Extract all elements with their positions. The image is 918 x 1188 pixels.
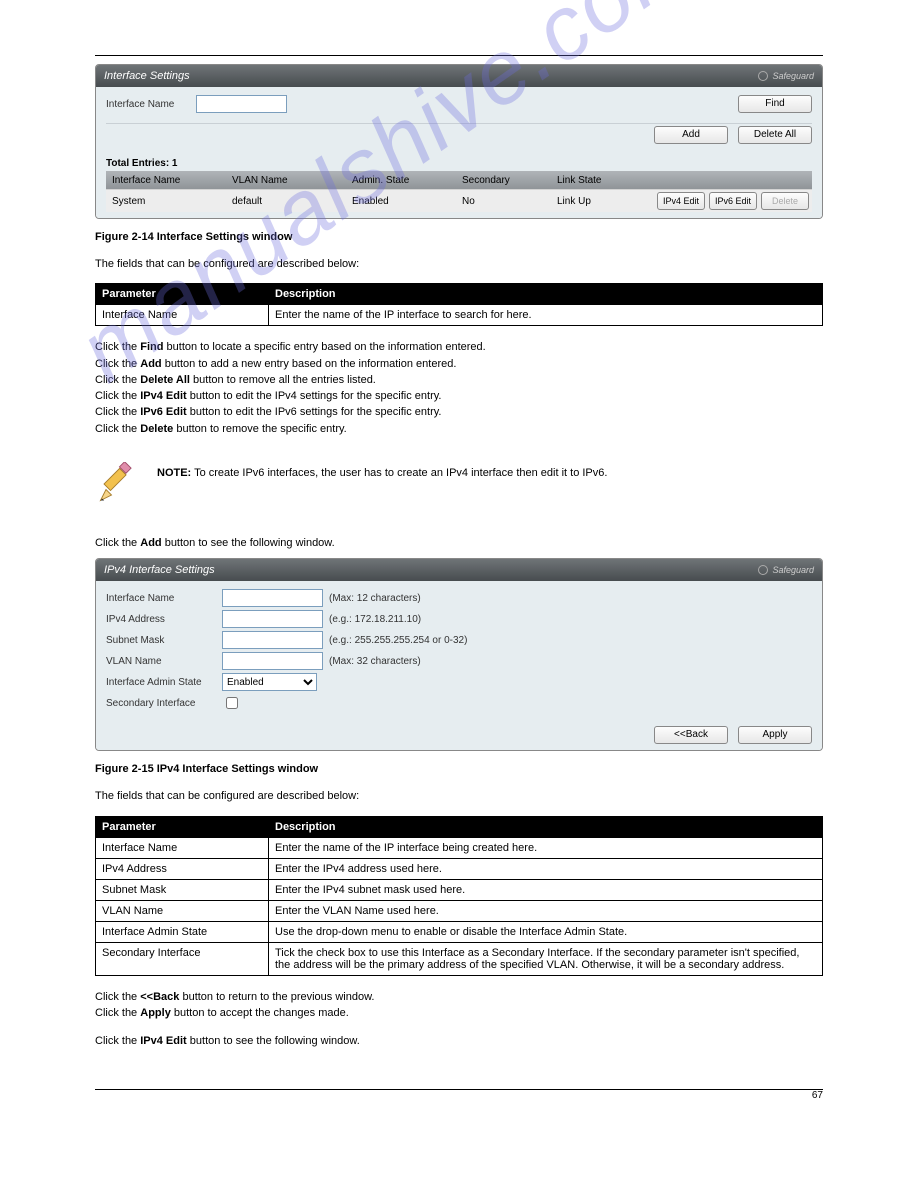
cell-link-state: Link Up xyxy=(557,196,657,207)
field-desc-intro-2: The fields that can be configured are de… xyxy=(95,789,823,803)
panel-title-2: IPv4 Interface Settings xyxy=(104,564,215,576)
apply-desc: Click the Apply button to accept the cha… xyxy=(95,1006,823,1020)
hint-interface-name: (Max: 12 characters) xyxy=(329,593,421,604)
ptable1-header-desc: Description xyxy=(269,284,823,305)
col-interface-name: Interface Name xyxy=(112,175,232,186)
delete-all-button[interactable]: Delete All xyxy=(738,126,812,144)
col-vlan-name: VLAN Name xyxy=(232,175,352,186)
deleteall-desc: Click the Delete All button to remove al… xyxy=(95,373,823,387)
secondary-interface-checkbox[interactable] xyxy=(226,697,238,709)
hint-subnet-mask: (e.g.: 255.255.255.254 or 0-32) xyxy=(329,635,467,646)
panel-header-2: IPv4 Interface Settings Safeguard xyxy=(96,559,822,581)
interface-name-input[interactable] xyxy=(196,95,287,113)
pencil-icon xyxy=(95,462,139,506)
ipv4-address-field[interactable] xyxy=(222,610,323,628)
lbl-secondary-interface: Secondary Interface xyxy=(106,698,222,709)
add-button[interactable]: Add xyxy=(654,126,728,144)
figure-caption-2: Figure 2-15 IPv4 Interface Settings wind… xyxy=(95,763,823,775)
subnet-mask-field[interactable] xyxy=(222,631,323,649)
col-admin-state: Admin. State xyxy=(352,175,462,186)
page-number: 67 xyxy=(95,1090,823,1109)
lbl-admin-state: Interface Admin State xyxy=(106,677,222,688)
ptable1-param: Interface Name xyxy=(96,305,269,326)
col-secondary: Secondary xyxy=(462,175,557,186)
panel-header: Interface Settings Safeguard xyxy=(96,65,822,87)
table-row: System default Enabled No Link Up IPv4 E… xyxy=(106,189,812,212)
lbl-ipv4-address: IPv4 Address xyxy=(106,614,222,625)
hint-vlan-name: (Max: 32 characters) xyxy=(329,656,421,667)
delete-button[interactable]: Delete xyxy=(761,192,809,210)
panel-title: Interface Settings xyxy=(104,70,190,82)
safeguard-badge: Safeguard xyxy=(758,71,814,81)
total-entries: Total Entries: 1 xyxy=(106,158,812,169)
cell-vlan-name: default xyxy=(232,196,352,207)
figure-caption-1: Figure 2-14 Interface Settings window xyxy=(95,231,823,243)
ipv4-edit-button[interactable]: IPv4 Edit xyxy=(657,192,705,210)
ptable2-header-desc: Description xyxy=(269,816,823,837)
lbl-interface-name: Interface Name xyxy=(106,593,222,604)
col-link-state: Link State xyxy=(557,175,657,186)
interface-name-label: Interface Name xyxy=(106,99,196,110)
interface-name-field[interactable] xyxy=(222,589,323,607)
ptable2-header-param: Parameter xyxy=(96,816,269,837)
lbl-subnet-mask: Subnet Mask xyxy=(106,635,222,646)
interfaces-table: Interface Name VLAN Name Admin. State Se… xyxy=(106,171,812,212)
find-button[interactable]: Find xyxy=(738,95,812,113)
shield-icon xyxy=(758,71,768,81)
ipv4edit-desc: Click the IPv4 Edit button to edit the I… xyxy=(95,389,823,403)
field-desc-intro: The fields that can be configured are de… xyxy=(95,257,823,271)
hint-ipv4-address: (e.g.: 172.18.211.10) xyxy=(329,614,421,625)
lbl-vlan-name: VLAN Name xyxy=(106,656,222,667)
apply-button[interactable]: Apply xyxy=(738,726,812,744)
note-text: NOTE: To create IPv6 interfaces, the use… xyxy=(157,462,607,481)
cell-admin-state: Enabled xyxy=(352,196,462,207)
shield-icon xyxy=(758,565,768,575)
back-button[interactable]: <<Back xyxy=(654,726,728,744)
ptable1-header-param: Parameter xyxy=(96,284,269,305)
ipv4edit-lead: Click the IPv4 Edit button to see the fo… xyxy=(95,1034,823,1048)
parameter-table-2: Parameter Description Interface NameEnte… xyxy=(95,816,823,976)
find-desc: Click the Find button to locate a specif… xyxy=(95,340,823,354)
add-lead: Click the Add button to see the followin… xyxy=(95,536,823,550)
back-desc: Click the <<Back button to return to the… xyxy=(95,990,823,1004)
add-desc: Click the Add button to add a new entry … xyxy=(95,357,823,371)
ptable1-desc: Enter the name of the IP interface to se… xyxy=(269,305,823,326)
ipv4-interface-settings-panel: IPv4 Interface Settings Safeguard Interf… xyxy=(95,558,823,751)
ipv6-edit-button[interactable]: IPv6 Edit xyxy=(709,192,757,210)
parameter-table-1: Parameter Description Interface Name Ent… xyxy=(95,283,823,326)
cell-interface-name: System xyxy=(112,196,232,207)
safeguard-badge-2: Safeguard xyxy=(758,565,814,575)
admin-state-select[interactable]: Enabled xyxy=(222,673,317,691)
cell-secondary: No xyxy=(462,196,557,207)
ipv6edit-desc: Click the IPv6 Edit button to edit the I… xyxy=(95,405,823,419)
delete-desc: Click the Delete button to remove the sp… xyxy=(95,422,823,436)
interface-settings-panel: Interface Settings Safeguard Interface N… xyxy=(95,64,823,219)
vlan-name-field[interactable] xyxy=(222,652,323,670)
